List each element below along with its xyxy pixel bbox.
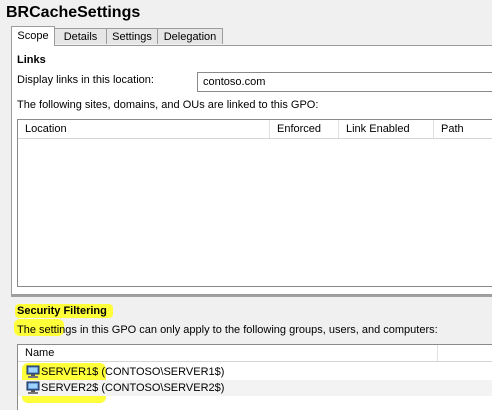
links-list[interactable]: Location Enforced Link Enabled Path <box>17 119 492 287</box>
links-description: The following sites, domains, and OUs ar… <box>17 99 319 111</box>
column-link-enabled[interactable]: Link Enabled <box>339 120 434 138</box>
link-location-select[interactable]: contoso.com <box>197 72 492 92</box>
tab-scope[interactable]: Scope <box>11 26 55 46</box>
gpo-title: BRCacheSettings <box>6 4 141 21</box>
tab-settings[interactable]: Settings <box>106 28 158 44</box>
tab-details[interactable]: Details <box>54 28 107 44</box>
list-item[interactable]: SERVER1$ (CONTOSO\SERVER1$) <box>18 364 492 380</box>
security-list-header: Name <box>18 345 492 362</box>
computer-icon <box>26 381 40 394</box>
section-splitter[interactable] <box>11 295 492 297</box>
column-name[interactable]: Name <box>18 345 438 361</box>
tab-delegation[interactable]: Delegation <box>157 28 223 44</box>
links-list-header: Location Enforced Link Enabled Path <box>18 120 492 139</box>
security-filtering-heading: Security Filtering <box>17 305 107 317</box>
security-filter-list[interactable]: Name SERVER1$ (CONTOSO\SERVER1$) SERVER2… <box>17 344 492 410</box>
security-description: The settings in this GPO can only apply … <box>17 324 438 336</box>
list-item[interactable]: SERVER2$ (CONTOSO\SERVER2$) <box>18 380 492 396</box>
computer-icon <box>26 365 40 378</box>
list-item-label: SERVER1$ (CONTOSO\SERVER1$) <box>41 366 225 378</box>
column-location[interactable]: Location <box>18 120 270 138</box>
column-enforced[interactable]: Enforced <box>270 120 339 138</box>
display-links-label: Display links in this location: <box>17 74 154 86</box>
links-heading: Links <box>17 54 46 66</box>
column-path[interactable]: Path <box>434 120 492 138</box>
list-item-label: SERVER2$ (CONTOSO\SERVER2$) <box>41 382 225 394</box>
